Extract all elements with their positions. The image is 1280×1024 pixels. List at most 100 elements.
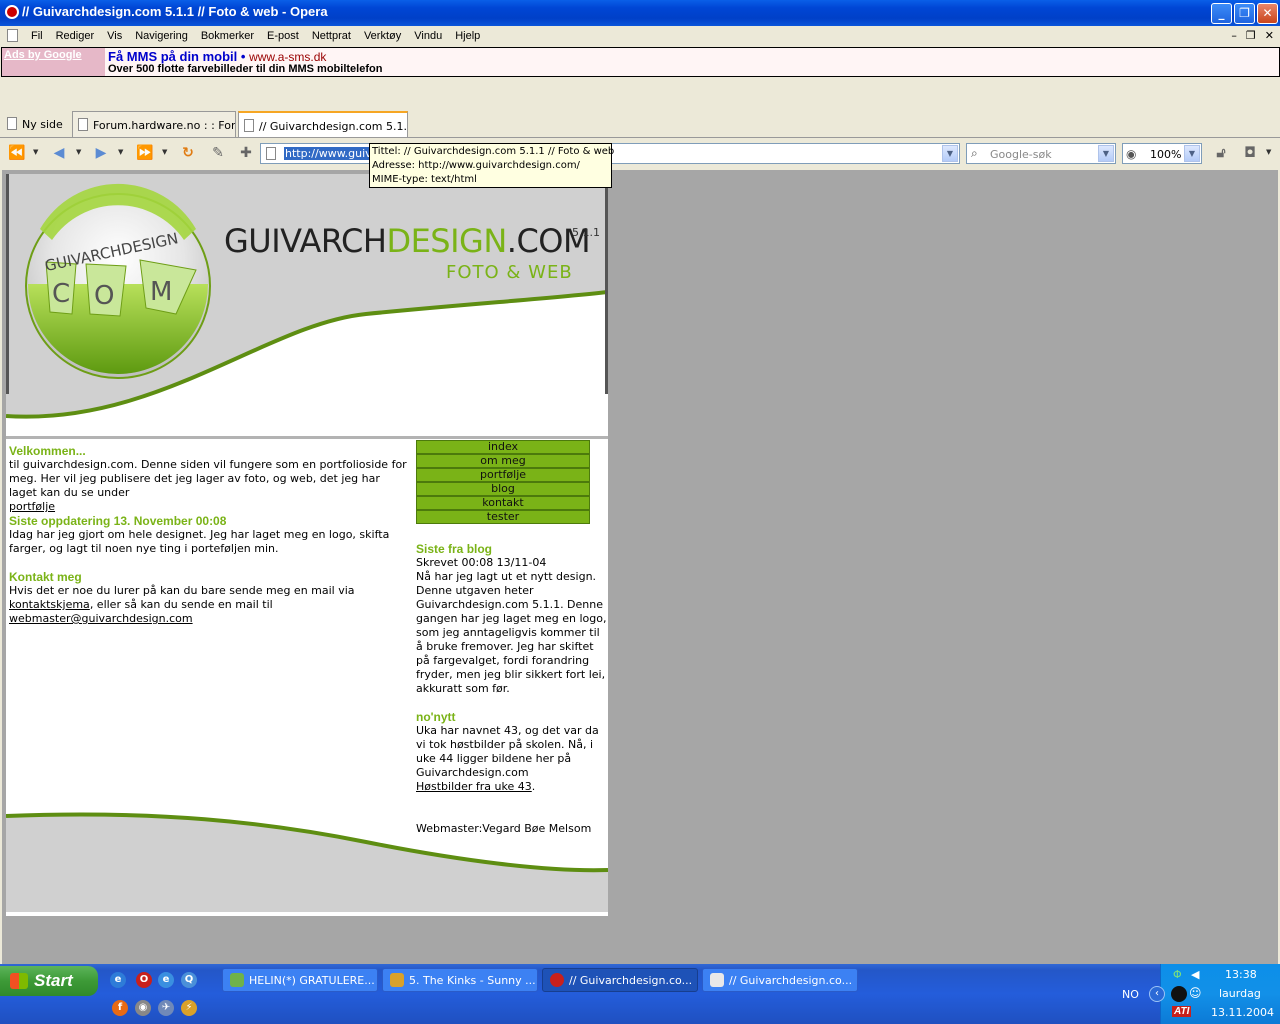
site-version: 5.1.1 [572,226,600,239]
nav-tester[interactable]: tester [416,510,590,524]
blog-date: Skrevet 00:08 13/11-04 [416,556,547,569]
quicklaunch-search-icon[interactable]: Q [181,972,197,988]
ad-url[interactable]: www.a-sms.dk [249,50,326,64]
menu-e-post[interactable]: E-post [267,30,299,42]
tray-speaker-icon[interactable]: ◀ [1191,968,1199,981]
zoom-value: 100% [1150,148,1182,161]
ads-by-google-link[interactable]: Ads by Google [2,48,105,76]
msn-icon [230,973,244,987]
menu-fil[interactable]: Fil [31,30,43,42]
zoom-dropdown-button[interactable]: ▼ [1184,145,1200,162]
clock-time[interactable]: 13:38 [1225,968,1257,981]
contact-form-link[interactable]: kontaktskjema [9,598,90,611]
task-label: 5. The Kinks - Sunny ... [409,974,536,987]
tray-ati-icon[interactable]: ATI [1172,1006,1192,1017]
web-viewport[interactable]: GUIVARCHDESIGN C O M GUIVARCHDESIGN.COM … [2,170,1278,964]
nonytt-text: Uka har navnet 43, og det var da vi tok … [416,724,599,779]
menu-bokmerker[interactable]: Bokmerker [201,30,254,42]
nav-index[interactable]: index [416,440,590,454]
portfolio-link[interactable]: portfølje [9,500,55,513]
menu-rediger[interactable]: Rediger [56,30,95,42]
rewind-dropdown[interactable]: ▼ [33,148,38,156]
task-winamp[interactable]: 5. The Kinks - Sunny ... [382,968,538,992]
welcome-heading: Velkommen... [9,444,86,458]
tooltip-title: Tittel: // Guivarchdesign.com 5.1.1 // F… [372,146,615,157]
nav-om-meg[interactable]: om meg [416,454,590,468]
forward-dropdown[interactable]: ▼ [118,148,123,156]
menu-vindu[interactable]: Vindu [414,30,442,42]
reload-icon[interactable]: ↻ [179,145,197,161]
autumn-photos-link[interactable]: Høstbilder fra uke 43 [416,780,532,793]
back-dropdown[interactable]: ▼ [76,148,81,156]
zoom-select[interactable]: ◉ 100% ▼ [1122,143,1202,164]
rewind-icon[interactable]: ⏪ [8,145,26,161]
task-opera[interactable]: // Guivarchdesign.co... [542,968,698,992]
quicklaunch-firefox-icon[interactable]: f [112,1000,128,1016]
tooltip: Tittel: // Guivarchdesign.com 5.1.1 // F… [369,143,615,188]
quicklaunch-tool-icon[interactable]: ✈ [158,1000,174,1016]
document-icon [7,29,18,42]
tray-app-icon[interactable] [1171,986,1187,1002]
menu-bar: Fil Rediger Vis Navigering Bokmerker E-p… [0,27,1280,46]
new-page-button[interactable]: Ny side [2,111,70,137]
camera-icon[interactable]: ◘ [1241,145,1259,161]
back-icon[interactable]: ◀ [50,145,68,161]
quicklaunch-winamp-icon[interactable]: ⚡ [181,1000,197,1016]
site-nav: index om meg portfølje blog kontakt test… [416,440,590,524]
fast-forward-dropdown[interactable]: ▼ [162,148,167,156]
search-engine-dropdown[interactable]: ▼ [1098,145,1114,162]
camera-dropdown[interactable]: ▼ [1266,148,1271,156]
ad-banner[interactable]: Ads by Google Få MMS på din mobil • www.… [1,47,1280,77]
menu-navigering[interactable]: Navigering [135,30,188,42]
ad-bullet: • [237,49,250,64]
nav-portfolje[interactable]: portfølje [416,468,590,482]
nav-kontakt[interactable]: kontakt [416,496,590,510]
system-tray: ‹ Φ ◀ ☺ ATI 13:38 laurdag 13.11.2004 [1149,964,1280,1024]
email-link[interactable]: webmaster@guivarchdesign.com [9,612,193,625]
minimize-button[interactable]: _ [1211,3,1232,24]
task-msn[interactable]: HELIN(*) GRATULERE... [222,968,378,992]
tab-guivarchdesign[interactable]: // Guivarchdesign.com 5.1... [238,111,408,137]
search-placeholder: Google-søk [990,148,1052,161]
menu-nettprat[interactable]: Nettprat [312,30,351,42]
nav-blog[interactable]: blog [416,482,590,496]
menu-vis[interactable]: Vis [107,30,122,42]
doc-minimize-button[interactable]: – [1231,29,1237,42]
quicklaunch-browser-icon[interactable]: e [158,972,174,988]
doc-restore-button[interactable]: ❐ [1246,29,1256,42]
title-bar[interactable]: // Guivarchdesign.com 5.1.1 // Foto & we… [0,0,1280,26]
fast-forward-icon[interactable]: ⏩ [136,145,154,161]
contact-text: Hvis det er noe du lurer på kan du bare … [9,584,409,626]
close-button[interactable]: ✕ [1257,3,1278,24]
start-button[interactable]: Start [0,966,98,996]
footer-graphic [6,812,608,916]
quicklaunch-ie-icon[interactable]: e [110,972,126,988]
maximize-button[interactable]: ❐ [1234,3,1255,24]
ad-headline[interactable]: Få MMS på din mobil • www.a-sms.dk [108,49,326,64]
address-url[interactable]: http://www.guivarchdesign.com/ [284,147,370,160]
quicklaunch-opera-icon[interactable]: O [136,972,152,988]
tab-forum-hardware[interactable]: Forum.hardware.no : : For... [72,111,236,137]
nonytt-heading: no'nytt [416,710,456,724]
tray-expand-icon[interactable]: ‹ [1149,986,1165,1002]
start-label: Start [34,971,73,990]
ad-text: Over 500 flotte farvebilleder til din MM… [108,63,383,75]
search-field[interactable]: ⌕ Google-søk ▼ [966,143,1116,164]
add-bookmark-icon[interactable]: ✚ [237,145,255,161]
doc-close-button[interactable]: ✕ [1265,29,1274,42]
opera-window: // Guivarchdesign.com 5.1.1 // Foto & we… [0,0,1280,964]
forward-icon[interactable]: ▶ [92,145,110,161]
tray-users-icon[interactable]: ☺ [1189,986,1202,1000]
new-page-label: Ny side [22,118,63,131]
lock-icon[interactable]: 🔓︎ [1212,145,1230,161]
language-indicator[interactable]: NO [1122,988,1139,1001]
ad-title[interactable]: Få MMS på din mobil [108,49,237,64]
task-editor[interactable]: // Guivarchdesign.co... [702,968,858,992]
search-icon: ⌕ [971,146,978,160]
address-dropdown-button[interactable]: ▼ [942,145,958,162]
edit-icon[interactable]: ✎ [209,145,227,161]
menu-verktoy[interactable]: Verktøy [364,30,401,42]
menu-hjelp[interactable]: Hjelp [455,30,480,42]
tray-network-icon[interactable]: Φ [1173,968,1182,981]
quicklaunch-media-icon[interactable]: ◉ [135,1000,151,1016]
